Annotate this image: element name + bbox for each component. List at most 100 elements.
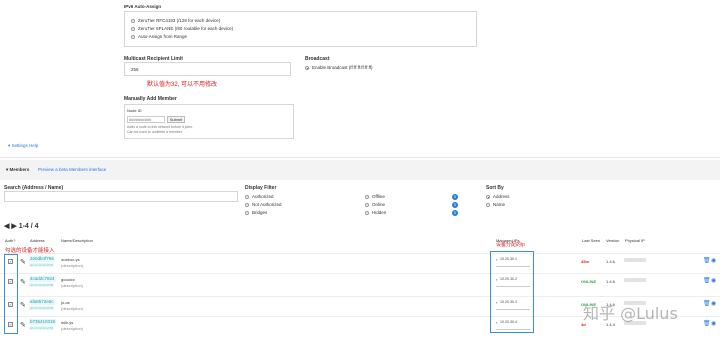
filter-authorized[interactable]: Authorized	[245, 194, 274, 200]
member-description[interactable]: (description)	[61, 306, 83, 311]
filter-label: Bridges	[252, 210, 268, 215]
eye-icon[interactable]: ◉	[711, 277, 716, 284]
checkbox-icon[interactable]	[365, 210, 369, 215]
col-last-seen[interactable]: Last Seen	[582, 238, 600, 243]
member-version: 1.4.6	[606, 279, 615, 284]
checkbox-icon[interactable]	[365, 194, 369, 199]
settings-help-label: Settings Help	[11, 143, 39, 148]
multicast-input[interactable]: 256	[124, 62, 291, 76]
member-mac: ab:cd:12:34:ef:56	[29, 326, 55, 330]
col-address[interactable]: Address	[30, 238, 45, 243]
checkbox-icon[interactable]	[245, 194, 249, 199]
filter-not-authorized[interactable]: Not Authorized	[245, 202, 282, 208]
eye-icon[interactable]: ◉	[711, 320, 716, 327]
broadcast-option-label: Enable Broadcast (ff:ff:ff:ff:ff:ff)	[312, 65, 373, 70]
filter-label: Authorized	[252, 194, 274, 199]
filter-label: Not Authorized	[252, 202, 282, 207]
submit-button[interactable]: Submit	[167, 116, 185, 123]
col-version[interactable]: Version	[606, 238, 619, 243]
next-page-icon[interactable]: ▶	[11, 223, 16, 230]
member-description[interactable]: (description)	[61, 263, 83, 268]
table-row: ✓ ✎ 2e0db4f756 ab:cd:12:34:ef:56 oueboo-…	[0, 253, 720, 275]
edit-icon[interactable]: ✎	[20, 321, 26, 329]
ipv6-option-rfc4193[interactable]: ZeroTier RFC4193 (/128 for each device)	[131, 18, 220, 24]
checkbox-icon[interactable]	[365, 202, 369, 207]
member-description[interactable]: (description)	[61, 283, 83, 288]
sort-address[interactable]: Address	[486, 194, 510, 200]
manual-add-help-2: Can be used to undelete a member.	[127, 130, 183, 134]
member-address: 2e0db4f756	[29, 256, 55, 262]
pagination-text: 1-4 / 4	[18, 223, 39, 230]
member-address: b735410318	[29, 319, 57, 325]
eye-icon[interactable]: ◉	[711, 257, 716, 264]
ipv6-option-6plane[interactable]: ZeroTier 6PLANE (/80 routable for each d…	[131, 26, 233, 32]
member-name[interactable]: gooolcx	[61, 277, 75, 282]
sort-name[interactable]: Name	[486, 202, 505, 208]
edit-icon[interactable]: ✎	[20, 258, 26, 266]
col-auth[interactable]: Auth?	[5, 238, 15, 243]
sort-label: Name	[493, 202, 506, 207]
trash-icon[interactable]: 🗑	[703, 257, 711, 264]
filter-online[interactable]: Online 0	[365, 202, 458, 208]
option-label: ZeroTier RFC4193 (/128 for each device)	[138, 18, 221, 23]
option-label: Auto-Assign from Range	[138, 34, 188, 39]
radio-icon[interactable]	[131, 26, 135, 31]
manual-add-title: Manually Add Member	[124, 96, 177, 102]
ipv6-option-range[interactable]: Auto-Assign from Range	[131, 34, 187, 40]
edit-icon[interactable]: ✎	[20, 278, 26, 286]
filter-offline[interactable]: Offline 0	[365, 194, 458, 200]
ip-highlight-box	[490, 251, 534, 333]
member-name[interactable]: jo-os	[61, 300, 70, 305]
checkbox-icon[interactable]	[245, 210, 249, 215]
table-row: ✓ ✎ 4cad2c7824 ab:cd:12:34:ef:56 gooolcx…	[0, 273, 720, 295]
radio-icon[interactable]	[305, 65, 309, 70]
member-mac: ab:cd:12:34:ef:56	[29, 306, 55, 310]
col-name[interactable]: Name/Description	[61, 238, 93, 243]
sort-label: Address	[493, 194, 510, 199]
members-toggle[interactable]: ▾ Members	[6, 167, 29, 173]
checkbox-icon[interactable]	[245, 202, 249, 207]
trash-icon[interactable]: 🗑	[703, 277, 711, 284]
eye-icon[interactable]: ◉	[711, 300, 716, 307]
last-seen: 45m	[581, 259, 590, 264]
trash-icon[interactable]: 🗑	[703, 320, 711, 327]
member-name[interactable]: oueboo-ys	[61, 257, 80, 262]
member-description[interactable]: (description)	[61, 326, 83, 331]
member-address: afa8572e5c	[29, 299, 55, 305]
display-filter-label: Display Filter	[245, 185, 277, 191]
member-name[interactable]: milk.ys	[61, 320, 73, 325]
node-id-label: Node ID	[127, 108, 142, 113]
trash-icon[interactable]: 🗑	[703, 300, 711, 307]
prev-page-icon[interactable]: ◀	[4, 223, 9, 230]
member-mac: ab:cd:12:34:ef:56	[29, 283, 55, 287]
settings-help-link[interactable]: ▾ Settings Help	[8, 143, 38, 149]
broadcast-label: Broadcast	[305, 56, 330, 62]
member-version: 1.4.6	[606, 259, 615, 264]
auth-highlight-box	[4, 254, 18, 334]
filter-label: Offline	[372, 194, 385, 199]
ipv6-assign-label: IPv6 Auto-Assign	[124, 4, 162, 9]
multicast-annotation: 默认值为32, 可以不用修改	[147, 82, 218, 88]
radio-icon[interactable]	[486, 194, 490, 199]
sort-by-label: Sort By	[486, 185, 504, 191]
ipv6-assign-box: ZeroTier RFC4193 (/128 for each device) …	[124, 11, 477, 47]
option-label: ZeroTier 6PLANE (/80 routable for each d…	[138, 26, 234, 31]
node-id-input[interactable]	[127, 116, 165, 123]
members-title: Members	[9, 167, 30, 172]
search-input[interactable]	[4, 191, 238, 202]
count-badge: 0	[452, 202, 458, 208]
col-physical-ip[interactable]: Physical IP	[625, 238, 645, 243]
filter-bridges[interactable]: Bridges	[245, 210, 267, 216]
members-header-bar	[0, 160, 720, 180]
broadcast-option[interactable]: Enable Broadcast (ff:ff:ff:ff:ff:ff)	[305, 65, 373, 71]
radio-icon[interactable]	[131, 18, 135, 23]
edit-icon[interactable]: ✎	[20, 301, 26, 309]
filter-hidden[interactable]: Hidden 0	[365, 210, 458, 216]
filter-label: Online	[372, 202, 386, 207]
radio-icon[interactable]	[131, 34, 135, 39]
count-badge: 0	[452, 194, 458, 200]
preview-beta-link[interactable]: Preview a beta Members interface	[38, 167, 106, 173]
pagination: ◀ ▶ 1-4 / 4	[4, 222, 39, 230]
radio-icon[interactable]	[486, 202, 490, 207]
count-badge: 0	[452, 210, 458, 216]
